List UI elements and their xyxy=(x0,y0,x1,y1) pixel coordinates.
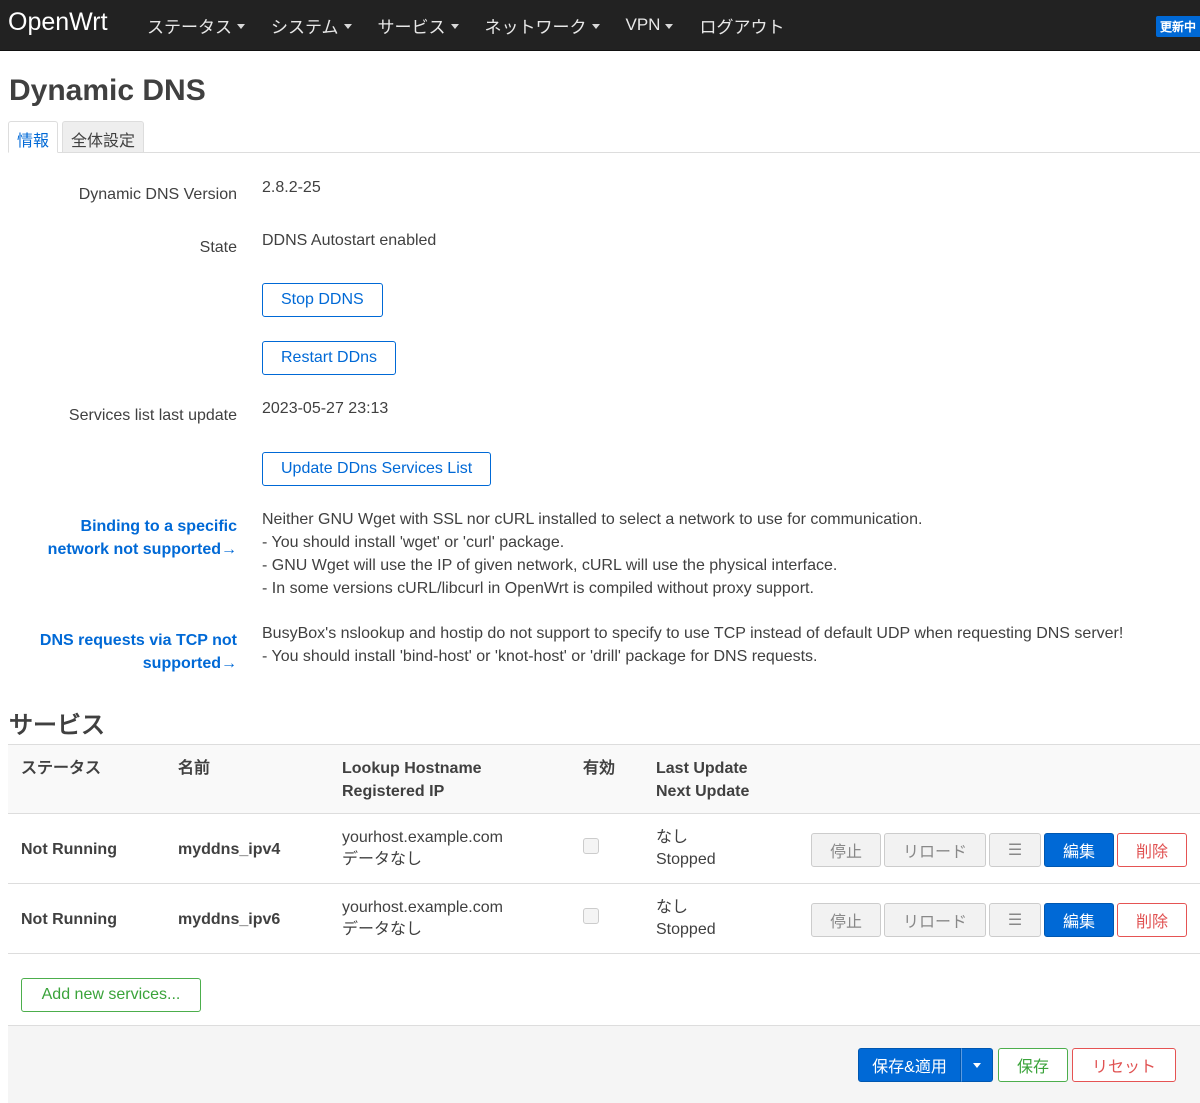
binding-warning-link[interactable]: Binding to a specific network not suppor… xyxy=(48,515,237,561)
binding-description: Neither GNU Wget with SSL nor cURL insta… xyxy=(262,508,922,600)
version-value: 2.8.2-25 xyxy=(262,179,321,196)
tcp-label-line-1: DNS requests via TCP not xyxy=(39,632,237,649)
page-title: Dynamic DNS xyxy=(9,74,206,107)
tab-info[interactable]: 情報 xyxy=(8,121,59,153)
update-services-list-button[interactable]: Update DDns Services List xyxy=(262,452,492,486)
save-apply-button[interactable]: 保存&適用 xyxy=(858,1048,961,1082)
row-status: Not Running xyxy=(21,911,117,928)
tcp-desc-line: - You should install 'bind-host' or 'kno… xyxy=(262,648,818,665)
state-value: DDNS Autostart enabled xyxy=(262,232,437,249)
row-enabled-checkbox[interactable] xyxy=(583,908,599,924)
menu-status-label: ステータス xyxy=(147,17,232,37)
tab-bar: 情報 全体設定 xyxy=(8,121,1200,153)
row-lookup: yourhost.example.com データなし xyxy=(342,897,503,941)
col-enabled: 有効 xyxy=(583,760,616,777)
stop-service-button[interactable]: 停止 xyxy=(811,903,881,937)
row-last-update: なし xyxy=(656,899,689,916)
col-status: ステータス xyxy=(21,760,102,777)
menu-vpn[interactable]: VPN xyxy=(626,15,674,35)
table-row: Not Running myddns_ipv6 yourhost.example… xyxy=(8,884,1200,954)
edit-service-button[interactable]: 編集 xyxy=(1044,833,1114,867)
menu-system-label: システム xyxy=(271,17,339,37)
chevron-down-icon xyxy=(450,23,459,29)
table-row: Not Running myddns_ipv4 yourhost.example… xyxy=(8,814,1200,884)
row-registered-ip: データなし xyxy=(342,851,423,868)
row-registered-ip: データなし xyxy=(342,921,423,938)
reload-service-button[interactable]: リロード xyxy=(884,903,986,937)
col-lookup-hostname: Lookup Hostname xyxy=(342,760,482,777)
chevron-down-icon xyxy=(343,23,352,29)
services-update-value: 2023-05-27 23:13 xyxy=(262,400,389,417)
binding-desc-line: - In some versions cURL/libcurl in OpenW… xyxy=(262,580,814,597)
chevron-down-icon xyxy=(665,23,674,29)
log-menu-icon[interactable]: ☰ xyxy=(989,903,1041,937)
row-hostname: yourhost.example.com xyxy=(342,899,503,916)
col-registered-ip: Registered IP xyxy=(342,783,445,800)
tab-global-settings[interactable]: 全体設定 xyxy=(62,121,145,153)
edit-service-button[interactable]: 編集 xyxy=(1044,903,1114,937)
tcp-label-line-2: supported→ xyxy=(142,655,237,672)
col-lookup: Lookup Hostname Registered IP xyxy=(342,757,482,803)
menu-vpn-label: VPN xyxy=(625,15,661,34)
menu-services-label: サービス xyxy=(377,17,446,37)
reset-button[interactable]: リセット xyxy=(1072,1048,1176,1082)
update-status-badge[interactable]: 更新中 xyxy=(1155,16,1200,37)
row-name: myddns_ipv6 xyxy=(178,911,281,928)
col-update: Last Update Next Update xyxy=(656,757,749,803)
row-last-update: なし xyxy=(656,829,689,846)
col-name: 名前 xyxy=(178,760,211,777)
menu-status[interactable]: ステータス xyxy=(147,13,245,38)
menu-system[interactable]: システム xyxy=(271,13,352,38)
row-status: Not Running xyxy=(21,841,117,858)
menu-logout[interactable]: ログアウト xyxy=(699,13,784,38)
col-last-update: Last Update xyxy=(656,760,748,777)
chevron-down-icon xyxy=(973,1062,981,1068)
stop-service-button[interactable]: 停止 xyxy=(811,833,881,867)
binding-label-line-1: Binding to a specific xyxy=(80,518,237,535)
state-label: State xyxy=(199,239,237,256)
menu-network[interactable]: ネットワーク xyxy=(485,13,600,38)
restart-ddns-button[interactable]: Restart DDns xyxy=(262,341,397,375)
menu-services[interactable]: サービス xyxy=(378,13,459,38)
tcp-desc-line: BusyBox's nslookup and hostip do not sup… xyxy=(262,625,1124,642)
stop-ddns-button[interactable]: Stop DDNS xyxy=(262,283,383,317)
row-enabled-checkbox[interactable] xyxy=(583,838,599,854)
version-label: Dynamic DNS Version xyxy=(78,186,237,203)
row-lookup: yourhost.example.com データなし xyxy=(342,827,503,871)
binding-desc-line: Neither GNU Wget with SSL nor cURL insta… xyxy=(262,511,923,528)
top-navbar: OpenWrt ステータス システム サービス ネットワーク VPN ログアウト… xyxy=(0,0,1200,51)
save-button[interactable]: 保存 xyxy=(998,1048,1068,1082)
binding-desc-line: - GNU Wget will use the IP of given netw… xyxy=(262,557,838,574)
tcp-warning-link[interactable]: DNS requests via TCP not supported→ xyxy=(40,629,237,675)
reload-service-button[interactable]: リロード xyxy=(884,833,986,867)
menu-network-label: ネットワーク xyxy=(484,17,587,37)
add-service-button[interactable]: Add new services... xyxy=(21,978,201,1012)
row-next-update: Stopped xyxy=(656,851,716,868)
row-next-update: Stopped xyxy=(656,921,716,938)
chevron-down-icon xyxy=(237,23,245,29)
main-menu: ステータス システム サービス ネットワーク VPN ログアウト xyxy=(147,0,810,50)
chevron-down-icon xyxy=(591,23,600,29)
row-update: なし Stopped xyxy=(656,827,716,871)
brand-logo[interactable]: OpenWrt xyxy=(8,8,108,37)
binding-label-line-2: network not supported→ xyxy=(47,541,237,558)
menu-logout-label: ログアウト xyxy=(699,17,785,37)
binding-desc-line: - You should install 'wget' or 'curl' pa… xyxy=(262,534,565,551)
services-update-label: Services list last update xyxy=(68,407,237,424)
row-update: なし Stopped xyxy=(656,897,716,941)
row-hostname: yourhost.example.com xyxy=(342,829,503,846)
save-apply-dropdown[interactable] xyxy=(961,1048,993,1082)
log-menu-icon[interactable]: ☰ xyxy=(989,833,1041,867)
table-header: ステータス 名前 Lookup Hostname Registered IP 有… xyxy=(8,744,1200,814)
row-name: myddns_ipv4 xyxy=(178,841,281,858)
col-next-update: Next Update xyxy=(656,783,750,800)
delete-service-button[interactable]: 削除 xyxy=(1117,833,1187,867)
delete-service-button[interactable]: 削除 xyxy=(1117,903,1187,937)
services-section-title: サービス xyxy=(9,712,105,739)
tcp-description: BusyBox's nslookup and hostip do not sup… xyxy=(262,622,1123,668)
